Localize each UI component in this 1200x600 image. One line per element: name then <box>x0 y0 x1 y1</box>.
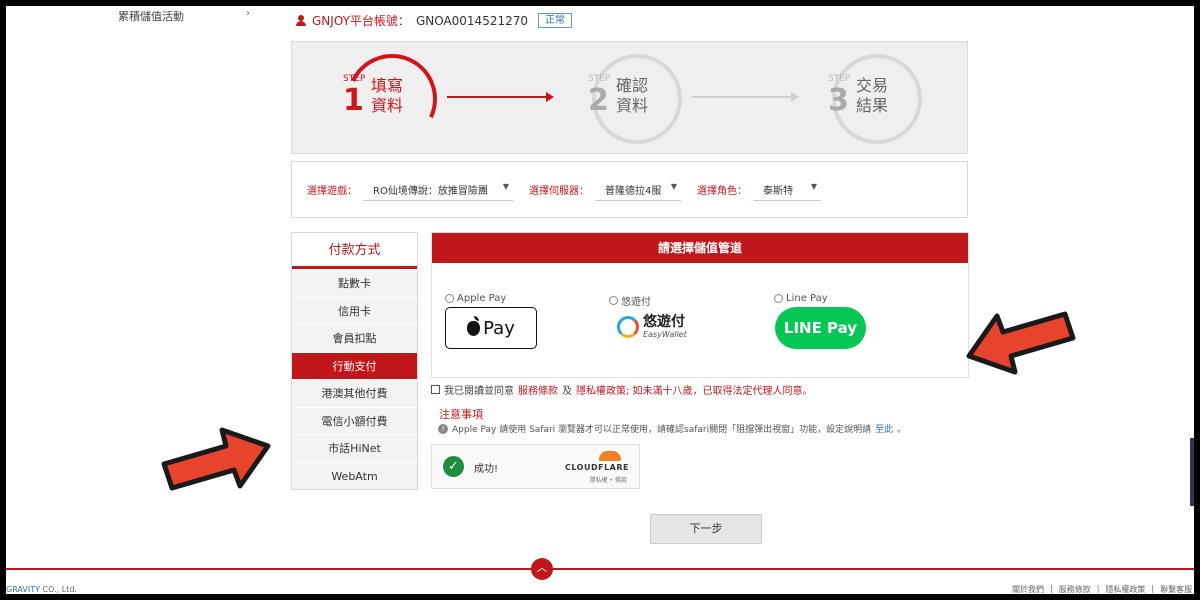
payment-item-member-points[interactable]: 會員扣點 <box>292 324 417 352</box>
next-step-button[interactable]: 下一步 <box>650 514 762 544</box>
notice-text-row: ! Apple Pay 請使用 Safari 瀏覽器才可以正常使用，請確認saf… <box>438 422 906 435</box>
cloudflare-cloud-icon <box>599 451 621 461</box>
step-text: 交易結果 <box>856 76 889 115</box>
caret-down-icon: ▼ <box>502 181 509 191</box>
easywallet-name-en: EasyWallet <box>643 330 687 339</box>
server-select[interactable]: 普隆德拉4服 ▼ <box>595 179 681 201</box>
payment-item-hinet[interactable]: 市話HiNet <box>292 434 417 462</box>
easywallet-name: 悠遊付 <box>643 314 685 330</box>
notice-title: 注意事項 <box>439 408 483 421</box>
step-number: 1 <box>343 83 364 118</box>
account-label: GNJOY平台帳號： <box>312 14 410 28</box>
character-select-label: 選擇角色： <box>697 186 747 197</box>
step-number: 2 <box>588 83 609 118</box>
payment-item-hk-macau[interactable]: 港澳其他付費 <box>292 379 417 407</box>
server-select-value: 普隆德拉4服 <box>605 185 662 197</box>
captcha-status: 成功! <box>474 464 499 475</box>
annotation-arrow-left-icon <box>966 311 1076 375</box>
footer-separator: | <box>1151 584 1155 593</box>
check-icon: ✓ <box>443 456 464 477</box>
copyright-brand: GRAVITY <box>6 585 40 594</box>
option-label: Line Pay <box>786 293 828 304</box>
account-info: GNJOY平台帳號： GNOA0014521270 正常 <box>296 12 573 29</box>
channel-panel: 請選擇儲值管道 Apple Pay Pay 悠遊付 悠遊付 EasyWallet… <box>431 232 969 378</box>
line-pay-button[interactable]: LINE Pay <box>775 307 866 349</box>
info-icon: ! <box>438 423 448 434</box>
caret-down-icon: ▼ <box>670 181 677 191</box>
notice-end: 。 <box>897 425 907 435</box>
character-select[interactable]: 泰斯特 ▼ <box>753 179 821 201</box>
footer-divider <box>6 568 1194 570</box>
game-select-label: 選擇遊戲： <box>307 186 357 197</box>
payment-method-menu: 付款方式 點數卡 信用卡 會員扣點 行動支付 港澳其他付費 電信小額付費 市話H… <box>291 232 418 490</box>
step-2: STEP 2 確認資料 <box>588 54 682 144</box>
agreement-prefix: 我已閱讀並同意 <box>444 386 514 397</box>
apple-pay-text: Pay <box>483 317 515 339</box>
apple-icon <box>467 315 481 336</box>
cloudflare-brand: CLOUDFLARE <box>565 463 629 472</box>
step-connector-arrow <box>447 92 554 102</box>
scrollbar-thumb[interactable] <box>1190 438 1194 506</box>
payment-item-telecom[interactable]: 電信小額付費 <box>292 406 417 434</box>
payment-item-credit-card[interactable]: 信用卡 <box>292 296 417 324</box>
radio-line-pay[interactable] <box>774 294 783 303</box>
step-3: STEP 3 交易結果 <box>828 54 922 144</box>
chevron-up-icon: ︿ <box>536 561 548 574</box>
step-1: STEP 1 填寫資料 <box>334 41 450 157</box>
notice-text: Apple Pay 請使用 Safari 瀏覽器才可以正常使用，請確認safar… <box>452 425 872 435</box>
privacy-link[interactable]: 隱私權政策; 如未滿十八歲，已取得法定代理人同意。 <box>576 382 813 397</box>
radio-easywallet[interactable] <box>609 296 618 305</box>
option-label: Apple Pay <box>457 293 507 304</box>
payment-item-webatm[interactable]: WebAtm <box>292 461 417 489</box>
payment-item-mobile-pay[interactable]: 行動支付 <box>292 351 417 379</box>
agreement-and: 及 <box>562 386 572 397</box>
cloudflare-captcha[interactable]: ✓ 成功! CLOUDFLARE 隱私權 • 條款 <box>431 444 640 489</box>
notice-link[interactable]: 至此 <box>875 422 893 435</box>
easywallet-icon <box>617 316 639 338</box>
status-badge: 正常 <box>538 13 573 28</box>
footer-link-privacy[interactable]: 隱私權政策 <box>1105 584 1145 594</box>
option-label: 悠遊付 <box>621 297 651 308</box>
footer-link-terms[interactable]: 服務條款 <box>1059 584 1091 594</box>
agreement-checkbox[interactable] <box>431 385 440 394</box>
page: 累積儲值活動 › GNJOY平台帳號： GNOA0014521270 正常 ST… <box>6 6 1194 594</box>
progress-steps: STEP 1 填寫資料 STEP 2 確認資料 STEP 3 交易結果 <box>291 41 968 157</box>
apple-pay-button[interactable]: Pay <box>445 307 537 349</box>
footer-links: 關於我們 | 服務條款 | 隱私權政策 | 聯繫客服 <box>1012 584 1192 594</box>
footer-separator: | <box>1096 584 1100 593</box>
option-line-pay[interactable]: Line Pay <box>774 293 828 304</box>
user-icon <box>296 15 306 26</box>
game-select-value: RO仙境傳說：放推冒險團 <box>373 185 488 197</box>
channel-title: 請選擇儲值管道 <box>432 233 968 263</box>
annotation-arrow-right-icon <box>161 427 271 491</box>
radio-apple-pay[interactable] <box>445 294 454 303</box>
caret-down-icon: ▼ <box>810 181 817 191</box>
game-select[interactable]: RO仙境傳說：放推冒險團 ▼ <box>363 179 513 201</box>
chevron-right-icon: › <box>246 8 250 19</box>
footer-separator: | <box>1050 584 1053 593</box>
option-apple-pay[interactable]: Apple Pay <box>445 293 506 304</box>
copyright: GRAVITY CO., Ltd. <box>6 585 77 594</box>
step-number: 3 <box>828 83 849 118</box>
account-value: GNOA0014521270 <box>415 13 529 28</box>
scroll-top-button[interactable]: ︿ <box>531 558 553 580</box>
sidebar-link-accumulated-recharge[interactable]: 累積儲值活動 <box>118 8 184 24</box>
copyright-rest: CO., Ltd. <box>40 585 77 594</box>
captcha-links[interactable]: 隱私權 • 條款 <box>590 475 627 484</box>
character-select-value: 泰斯特 <box>763 185 793 197</box>
selection-bar: 選擇遊戲： RO仙境傳說：放推冒險團 ▼ 選擇伺服器： 普隆德拉4服 ▼ 選擇角色：… <box>291 161 968 218</box>
step-connector-arrow <box>692 92 799 102</box>
terms-link[interactable]: 服務條款 <box>518 382 558 397</box>
easywallet-logo[interactable]: 悠遊付 EasyWallet <box>617 315 687 339</box>
footer-link-contact[interactable]: 聯繫客服 <box>1160 584 1192 594</box>
step-text: 確認資料 <box>616 76 649 115</box>
server-select-label: 選擇伺服器： <box>529 186 589 197</box>
step-text: 填寫資料 <box>371 76 404 115</box>
agreement-row: 我已閱讀並同意 服務條款 及 隱私權政策; 如未滿十八歲，已取得法定代理人同意。 <box>431 382 813 397</box>
footer-link-about[interactable]: 關於我們 <box>1012 584 1044 594</box>
payment-menu-title: 付款方式 <box>292 233 417 269</box>
option-easywallet[interactable]: 悠遊付 <box>609 293 651 308</box>
payment-item-point-card[interactable]: 點數卡 <box>292 269 417 297</box>
